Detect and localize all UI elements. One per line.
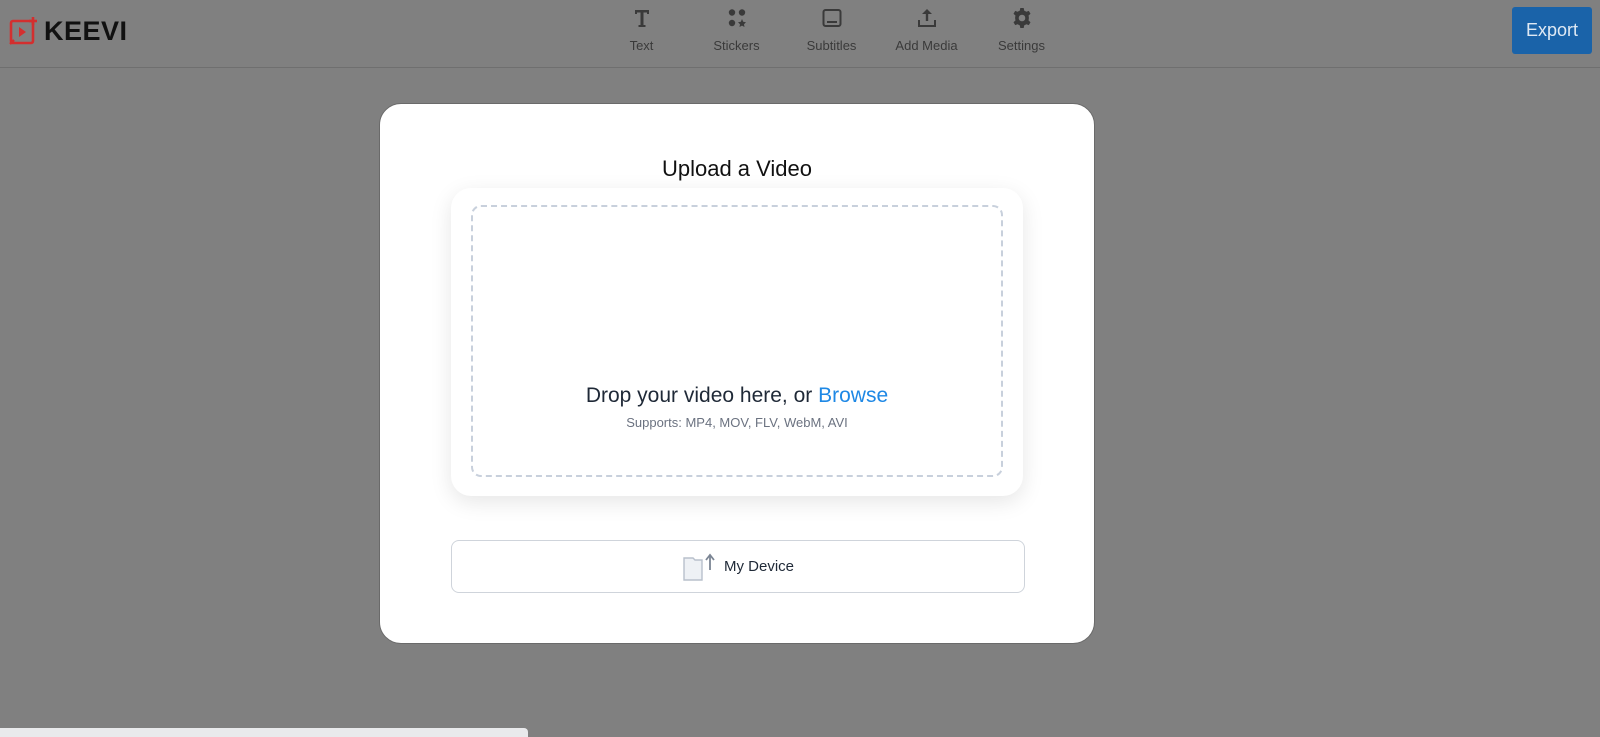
- logo-icon: [9, 17, 37, 45]
- drop-instructions: Drop your video here, or Browse: [473, 384, 1001, 408]
- tool-text-label: Text: [629, 38, 654, 53]
- browse-link[interactable]: Browse: [818, 384, 888, 407]
- logo-text: KEEVI: [44, 15, 128, 46]
- tool-add-media[interactable]: Add Media: [879, 0, 974, 66]
- tool-settings[interactable]: Settings: [974, 0, 1069, 66]
- tool-text[interactable]: Text: [594, 0, 689, 66]
- tool-add-media-label: Add Media: [895, 38, 958, 53]
- modal-title: Upload a Video: [661, 156, 813, 181]
- subtitles-icon: [822, 9, 841, 27]
- text-icon: [634, 10, 649, 27]
- tool-subtitles-label: Subtitles: [806, 38, 857, 53]
- tool-stickers-label: Stickers: [713, 38, 760, 53]
- upload-modal: Upload a Video Drop your video here, or …: [379, 103, 1095, 644]
- folder-upload-icon: [683, 553, 715, 581]
- drop-text: Drop your video here, or: [585, 384, 819, 407]
- export-button[interactable]: Export: [1512, 7, 1592, 54]
- stickers-icon: [728, 9, 746, 27]
- status-toast: [0, 728, 528, 737]
- editor-toolbar: Text Stickers Subtitles Add Media Settin…: [594, 0, 1069, 66]
- drop-card: Drop your video here, or Browse Supports…: [451, 188, 1023, 496]
- upload-icon: [917, 9, 936, 27]
- video-dropzone[interactable]: Drop your video here, or Browse Supports…: [471, 205, 1003, 477]
- gear-icon: [1013, 8, 1030, 28]
- supported-formats: Supports: MP4, MOV, FLV, WebM, AVI: [626, 415, 848, 430]
- logo[interactable]: KEEVI: [8, 14, 128, 48]
- tool-settings-label: Settings: [998, 38, 1045, 53]
- top-bar: KEEVI Text Stickers Subtitles Add Media …: [0, 0, 1600, 68]
- my-device-label: My Device: [723, 558, 794, 575]
- tool-stickers[interactable]: Stickers: [689, 0, 784, 66]
- tool-subtitles[interactable]: Subtitles: [784, 0, 879, 66]
- my-device-button[interactable]: My Device: [451, 540, 1025, 593]
